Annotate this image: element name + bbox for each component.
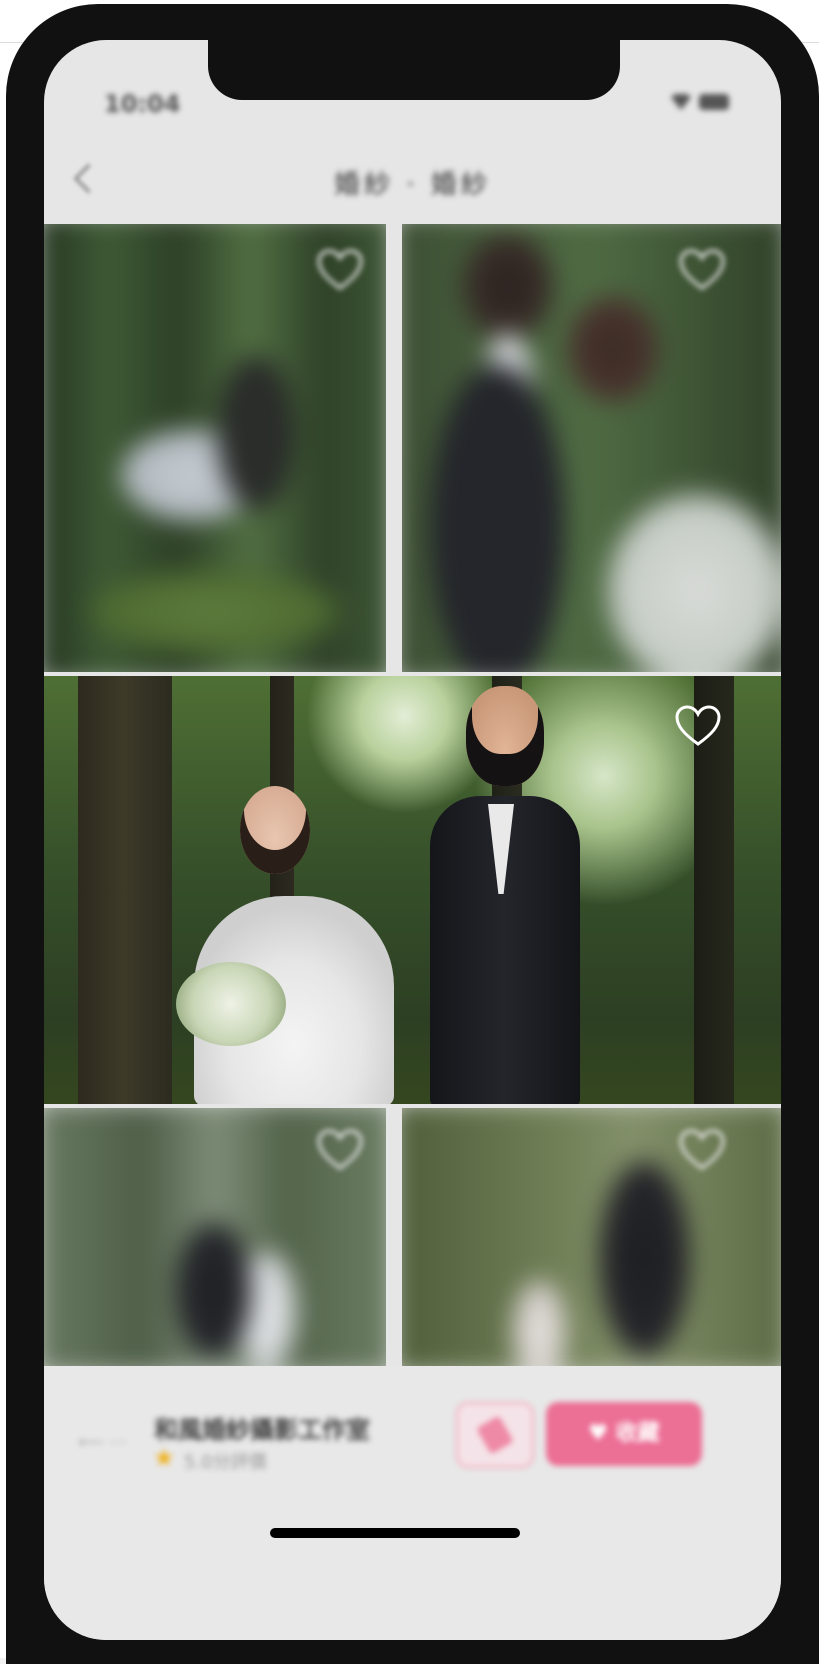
studio-name: 和風婚紗攝影工作室: [154, 1416, 370, 1444]
battery-icon: [699, 94, 729, 110]
favorite-heart-icon[interactable]: [674, 704, 722, 748]
bouquet: [176, 962, 286, 1046]
bride-head: [240, 786, 310, 874]
phone-frame: 10:04 婚紗 · 婚紗 ⟵ ··· 和風婚紗攝影工作室 5.0分評價 ♥ 收…: [6, 4, 819, 1664]
favorite-heart-icon[interactable]: [316, 1128, 364, 1172]
favorite-heart-icon[interactable]: [678, 248, 726, 292]
wifi-icon: [671, 94, 691, 110]
page-title: 婚紗 · 婚紗: [334, 170, 491, 200]
rating-text: 5.0分評價: [184, 1452, 267, 1473]
notch: [208, 40, 620, 100]
photo-tile-5[interactable]: [402, 1108, 781, 1368]
photo-tile-3-selected[interactable]: [44, 676, 781, 1104]
status-time: 10:04: [104, 90, 181, 118]
status-icons: [671, 94, 729, 110]
favorite-heart-icon[interactable]: [678, 1128, 726, 1172]
phone-screen: 10:04 婚紗 · 婚紗 ⟵ ··· 和風婚紗攝影工作室 5.0分評價 ♥ 收…: [44, 40, 781, 1640]
photo-tile-4[interactable]: [44, 1108, 386, 1368]
photo-bride-groom-forest: [44, 676, 781, 1104]
home-indicator[interactable]: [270, 1528, 520, 1538]
share-icon[interactable]: ⟵ ···: [78, 1432, 127, 1453]
phone-icon: [476, 1415, 514, 1455]
photo-tile-2[interactable]: [402, 224, 781, 672]
star-icon: [154, 1448, 174, 1467]
favorite-heart-icon[interactable]: [316, 248, 364, 292]
favorite-studio-button[interactable]: ♥ 收藏: [546, 1402, 702, 1466]
call-button[interactable]: [456, 1402, 534, 1468]
photo-tile-1[interactable]: [44, 224, 386, 672]
bottom-action-bar: ⟵ ··· 和風婚紗攝影工作室 5.0分評價 ♥ 收藏: [44, 1366, 781, 1640]
groom-head: [466, 686, 544, 786]
